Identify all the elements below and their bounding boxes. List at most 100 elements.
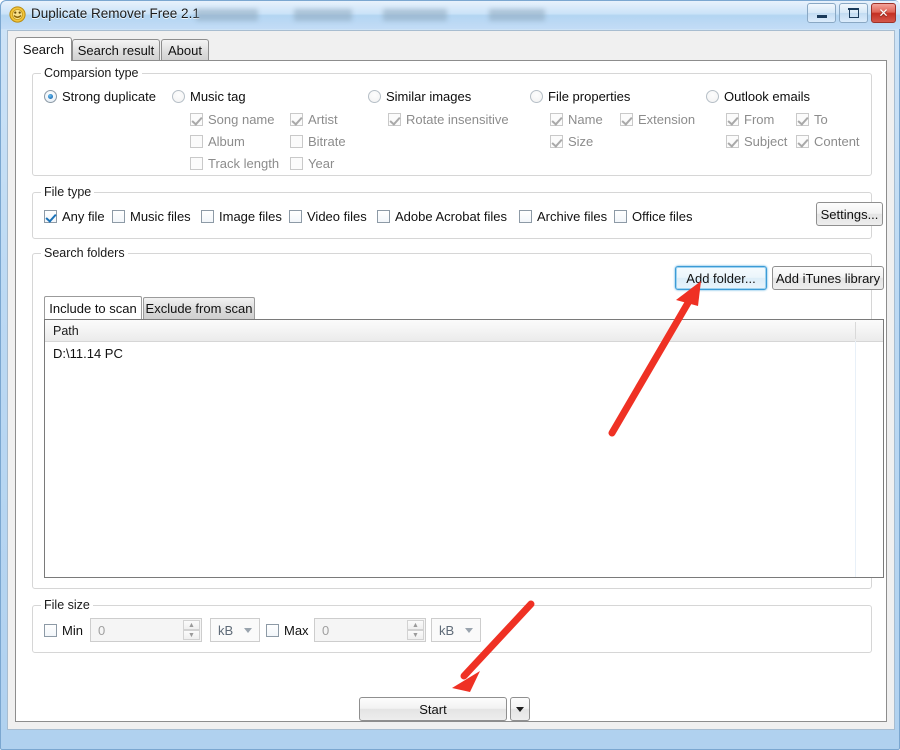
checkbox-office-files-box [614,210,627,223]
chevron-down-icon [465,628,473,633]
window-title: Duplicate Remover Free 2.1 [31,6,200,21]
table-row[interactable]: D:\11.14 PC [45,343,883,363]
checkbox-artist-label: Artist [308,112,338,127]
column-header-path[interactable]: Path [45,320,855,341]
tab-search-label: Search [22,42,65,57]
radio-file-properties-label: File properties [548,89,631,104]
checkbox-rotate-insensitive[interactable]: Rotate insensitive [388,112,509,127]
maximize-button[interactable] [839,3,868,23]
start-button-label: Start [419,701,447,717]
tab-search-result[interactable]: Search result [72,39,160,61]
start-button[interactable]: Start [359,697,507,721]
checkbox-any-file-box [44,210,57,223]
checkbox-any-file[interactable]: Any file [44,209,105,224]
checkbox-image-files[interactable]: Image files [201,209,282,224]
checkbox-subject[interactable]: Subject [726,134,787,149]
tab-search[interactable]: Search [15,37,72,61]
checkbox-from[interactable]: From [726,112,774,127]
checkbox-adobe-acrobat-files[interactable]: Adobe Acrobat files [377,209,507,224]
checkbox-adobe-acrobat-files-box [377,210,390,223]
min-size-stepper-down[interactable]: ▼ [183,630,200,640]
radio-file-properties[interactable]: File properties [530,89,630,104]
radio-strong-duplicate-label: Strong duplicate [62,89,156,104]
checkbox-music-files[interactable]: Music files [112,209,191,224]
checkbox-adobe-acrobat-files-label: Adobe Acrobat files [395,209,508,224]
settings-button-label: Settings... [820,206,879,222]
subtab-include-to-scan[interactable]: Include to scan [44,296,142,319]
add-folder-button[interactable]: Add folder... [675,266,767,290]
min-size-unit-select[interactable]: kB [210,618,260,642]
radio-strong-duplicate[interactable]: Strong duplicate [44,89,156,104]
checkbox-min-size[interactable]: Min [44,623,83,638]
checkbox-artist[interactable]: Artist [290,112,338,127]
file-type-group: File type Any file Music files Image fil… [32,185,883,239]
max-size-stepper-up[interactable]: ▲ [407,620,424,630]
max-size-input[interactable]: 0 ▲ ▼ [314,618,426,642]
title-bar: Duplicate Remover Free 2.1 ✕ [1,1,900,29]
chevron-down-icon [244,628,252,633]
radio-outlook-emails[interactable]: Outlook emails [706,89,810,104]
max-size-unit-select[interactable]: kB [431,618,481,642]
folder-list-header: Path [45,320,883,342]
checkbox-music-files-box [112,210,125,223]
settings-button[interactable]: Settings... [816,202,883,226]
checkbox-song-name[interactable]: Song name [190,112,275,127]
checkbox-music-files-label: Music files [130,209,191,224]
checkbox-content-box [796,135,809,148]
checkbox-year-box [290,157,303,170]
add-folder-button-label: Add folder... [686,270,756,286]
min-size-input[interactable]: 0 ▲ ▼ [90,618,202,642]
max-size-stepper-down[interactable]: ▼ [407,630,424,640]
titlebar-decor-2 [294,9,352,21]
add-itunes-library-button-label: Add iTunes library [775,270,881,286]
file-size-content: Min 0 ▲ ▼ kB Max 0 ▲ ▼ kB [32,605,872,653]
minimize-button[interactable] [807,3,836,23]
radio-music-tag-dot [172,90,185,103]
radio-strong-duplicate-dot [44,90,57,103]
min-size-stepper-up[interactable]: ▲ [183,620,200,630]
tab-about-label: About [168,43,202,58]
checkbox-subject-label: Subject [744,134,788,149]
checkbox-max-size[interactable]: Max [266,623,309,638]
checkbox-artist-box [290,113,303,126]
file-size-group: File size Min 0 ▲ ▼ kB Max 0 ▲ ▼ kB [32,598,872,653]
checkbox-content[interactable]: Content [796,134,860,149]
checkbox-max-size-box [266,624,279,637]
search-tab-page: Comparsion type Strong duplicate Music t… [15,60,887,722]
folder-list[interactable]: Path D:\11.14 PC [44,319,884,578]
min-size-stepper[interactable]: ▲ ▼ [183,620,200,640]
checkbox-video-files[interactable]: Video files [289,209,367,224]
checkbox-max-size-label: Max [284,623,309,638]
checkbox-track-length-label: Track length [208,156,280,171]
radio-similar-images[interactable]: Similar images [368,89,471,104]
max-size-stepper[interactable]: ▲ ▼ [407,620,424,640]
checkbox-office-files[interactable]: Office files [614,209,692,224]
min-size-unit-value: kB [218,622,234,638]
checkbox-name[interactable]: Name [550,112,603,127]
minimize-icon [808,4,835,22]
start-dropdown-button[interactable] [510,697,530,721]
file-type-content: Any file Music files Image files Video f… [32,192,883,239]
close-button[interactable]: ✕ [871,3,896,23]
checkbox-song-name-box [190,113,203,126]
checkbox-min-size-box [44,624,57,637]
checkbox-year[interactable]: Year [290,156,334,171]
titlebar-decor-1 [196,9,258,21]
folder-path-cell: D:\11.14 PC [53,345,123,361]
add-itunes-library-button[interactable]: Add iTunes library [772,266,884,290]
checkbox-extension[interactable]: Extension [620,112,695,127]
checkbox-extension-label: Extension [638,112,696,127]
checkbox-album[interactable]: Album [190,134,245,149]
radio-music-tag[interactable]: Music tag [172,89,246,104]
checkbox-album-box [190,135,203,148]
checkbox-bitrate[interactable]: Bitrate [290,134,346,149]
client-area: Search Search result About Comparsion ty… [7,30,895,730]
tab-about[interactable]: About [161,39,209,61]
subtab-exclude-from-scan[interactable]: Exclude from scan [143,297,255,319]
checkbox-archive-files[interactable]: Archive files [519,209,607,224]
column-separator[interactable] [855,322,856,339]
checkbox-track-length[interactable]: Track length [190,156,279,171]
checkbox-to[interactable]: To [796,112,828,127]
checkbox-size[interactable]: Size [550,134,593,149]
checkbox-archive-files-label: Archive files [537,209,608,224]
